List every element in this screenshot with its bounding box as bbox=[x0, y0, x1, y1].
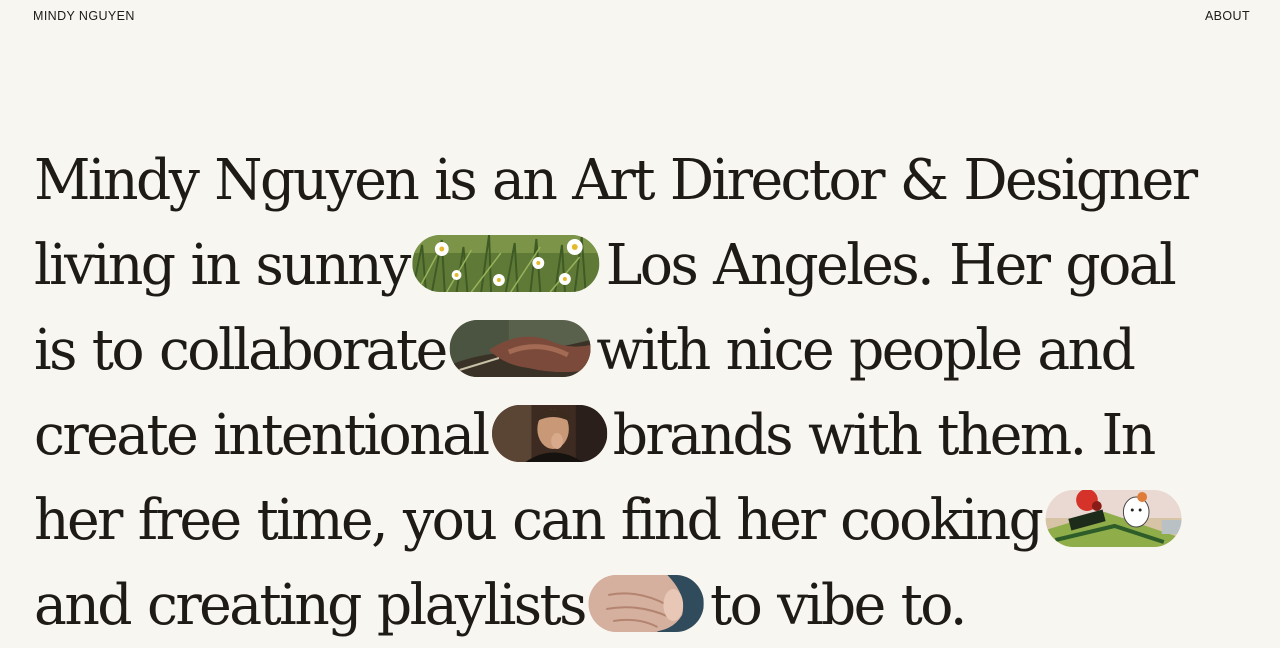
site-logo-link[interactable]: MINDY NGUYEN bbox=[33, 9, 135, 23]
handshake-image bbox=[449, 320, 591, 377]
bio-text: with nice people and bbox=[596, 318, 1136, 383]
bio-text: brands with them. In bbox=[612, 403, 1157, 468]
bio-text: living in sunny bbox=[34, 233, 411, 298]
bio-line-3: is to collaborate with nice people and bbox=[34, 308, 1216, 393]
bio-line-1: Mindy Nguyen is an Art Director & Design… bbox=[34, 138, 1216, 223]
about-link[interactable]: ABOUT bbox=[1205, 9, 1250, 23]
site-header: MINDY NGUYEN ABOUT bbox=[0, 0, 1280, 34]
bio-line-4: create intentional brands with them. In bbox=[34, 393, 1216, 478]
bio-statement: Mindy Nguyen is an Art Director & Design… bbox=[34, 138, 1216, 648]
bio-text: create intentional bbox=[34, 403, 490, 468]
bio-text: Mindy Nguyen is an Art Director & Design… bbox=[34, 148, 1198, 213]
bio-line-6: and creating playlists to vibe to. bbox=[34, 563, 1216, 648]
daisy-field-image bbox=[412, 235, 600, 292]
bio-text: her free time, you can find her cooking bbox=[34, 488, 1044, 553]
bio-text: Los Angeles. Her goal bbox=[605, 233, 1177, 298]
bio-text: is to collaborate bbox=[34, 318, 448, 383]
chefs-kiss-image bbox=[491, 405, 607, 462]
bio-text: to vibe to. bbox=[709, 573, 967, 638]
bio-line-2: living in sunny Los Angeles. Her goal bbox=[34, 223, 1216, 308]
bio-text: and creating playlists bbox=[34, 573, 587, 638]
hand-gesture-image bbox=[588, 575, 705, 632]
bio-line-5: her free time, you can find her cooking bbox=[34, 478, 1216, 563]
cartoon-cooking-image bbox=[1045, 490, 1182, 547]
